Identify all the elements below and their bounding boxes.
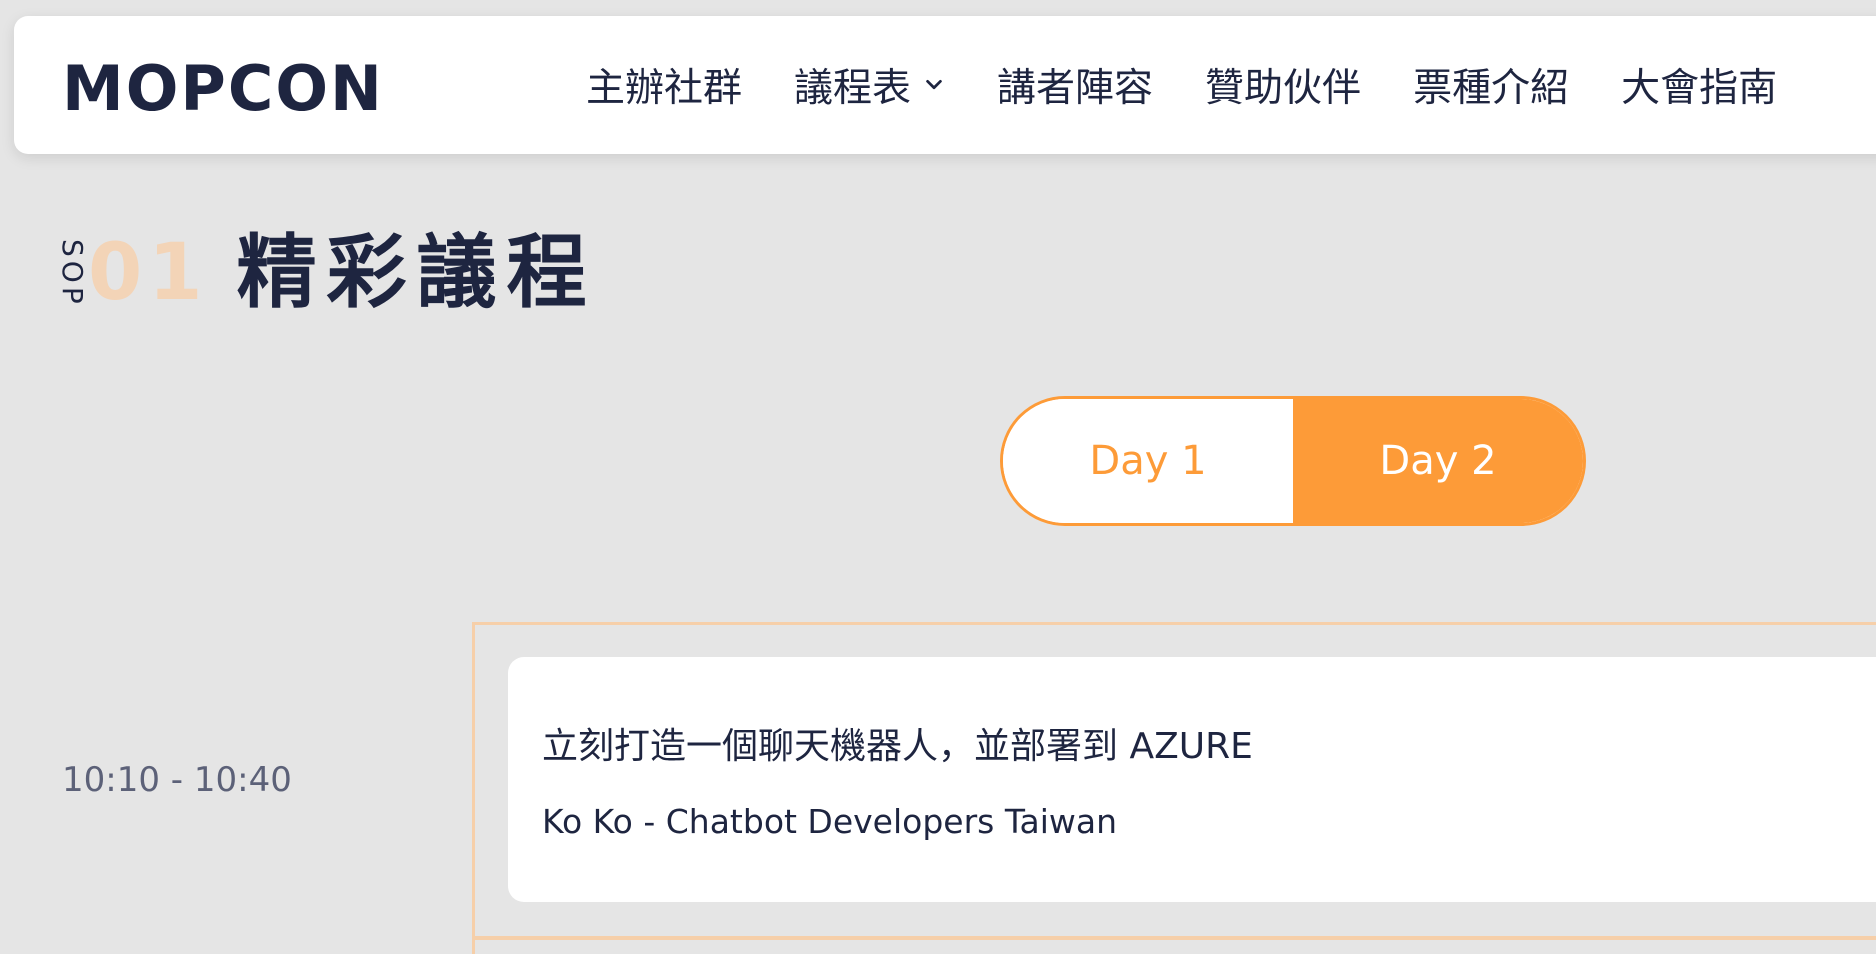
session-speaker: Ko Ko - Chatbot Developers Taiwan [542, 802, 1118, 841]
session-card[interactable]: 立刻打造一個聊天機器人，並部署到 AZURE Ko Ko - Chatbot D… [508, 657, 1876, 902]
nav-item-tickets[interactable]: 票種介紹 [1413, 57, 1569, 113]
section-number: 01 [88, 228, 209, 318]
section-heading: SOP 01 精彩議程 [56, 226, 597, 319]
page: MOPCON 主辦社群 議程表 講者陣容 贊助伙伴 票種介紹 大會指南 SOP … [0, 0, 1876, 954]
section-prefix: SOP [56, 238, 89, 308]
top-nav-bar: MOPCON 主辦社群 議程表 講者陣容 贊助伙伴 票種介紹 大會指南 [14, 16, 1876, 154]
session-title: 立刻打造一個聊天機器人，並部署到 AZURE [542, 726, 1253, 767]
nav-item-label: 議程表 [794, 66, 912, 111]
svg-text:MOPCON: MOPCON [62, 52, 382, 122]
nav-item-agenda[interactable]: 議程表 [794, 57, 945, 113]
nav-item-label: 主辦社群 [586, 66, 743, 111]
nav-item-guide[interactable]: 大會指南 [1621, 57, 1777, 113]
day-1-tab[interactable]: Day 1 [1003, 399, 1293, 523]
main-nav: 主辦社群 議程表 講者陣容 贊助伙伴 票種介紹 大會指南 [586, 16, 1829, 154]
day-toggle: Day 1 Day 2 [1000, 396, 1586, 526]
day-2-tab[interactable]: Day 2 [1293, 399, 1583, 523]
nav-item-label: 大會指南 [1621, 66, 1778, 111]
page-title: 精彩議程 [236, 226, 597, 319]
nav-item-label: 票種介紹 [1413, 66, 1570, 111]
nav-item-sponsors[interactable]: 贊助伙伴 [1205, 57, 1361, 113]
session-time: 10:10 - 10:40 [62, 760, 292, 800]
nav-item-label: 講者陣容 [997, 66, 1154, 111]
nav-item-organizers[interactable]: 主辦社群 [586, 57, 742, 113]
nav-item-speakers[interactable]: 講者陣容 [997, 57, 1153, 113]
chevron-down-icon [926, 79, 942, 90]
mopcon-logo[interactable]: MOPCON [62, 52, 382, 122]
nav-item-label: 贊助伙伴 [1205, 66, 1362, 111]
next-agenda-slot-frame [472, 936, 1876, 954]
